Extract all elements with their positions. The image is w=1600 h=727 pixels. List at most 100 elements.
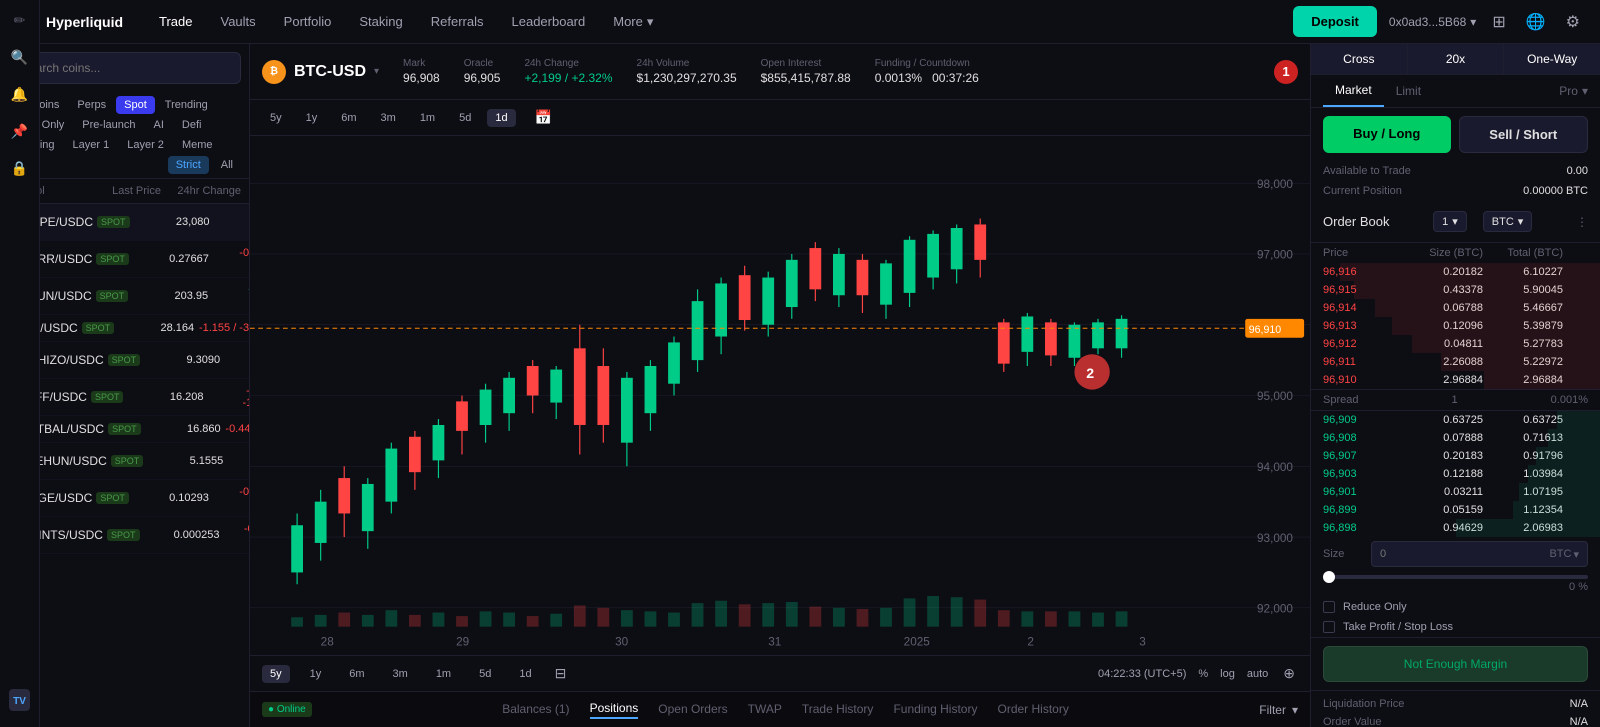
ob-row[interactable]: 96,909 0.63725 0.63725 (1311, 411, 1600, 429)
tab-trade-history[interactable]: Trade History (802, 702, 874, 718)
ob-row[interactable]: 96,916 0.20182 6.10227 (1311, 263, 1600, 281)
search-input[interactable] (8, 52, 241, 84)
filter-defi[interactable]: Defi (174, 116, 210, 134)
svg-text:28: 28 (321, 636, 335, 649)
ob-row[interactable]: 96,915 0.43378 5.90045 (1311, 281, 1600, 299)
filter-ai[interactable]: AI (146, 116, 172, 134)
ob-row[interactable]: 96,914 0.06788 5.46667 (1311, 299, 1600, 317)
globe-icon[interactable]: 🌐 (1522, 8, 1550, 36)
market-tab[interactable]: Market (1323, 75, 1384, 107)
leverage-button[interactable]: 20x (1408, 44, 1505, 74)
order-book-menu-icon[interactable]: ⋮ (1576, 215, 1588, 229)
nav-portfolio[interactable]: Portfolio (272, 8, 344, 35)
time-1m[interactable]: 1m (412, 109, 443, 127)
svg-text:93,000: 93,000 (1257, 532, 1293, 545)
ob-row[interactable]: 96,910 2.96884 2.96884 (1311, 371, 1600, 389)
reduce-only-label[interactable]: Reduce Only (1343, 601, 1407, 613)
tab-open-orders[interactable]: Open Orders (658, 702, 727, 718)
filter-button[interactable]: Filter ▾ (1259, 703, 1298, 717)
time-3m-bottom[interactable]: 3m (385, 665, 416, 683)
buy-sell-buttons: Buy / Long Sell / Short (1311, 108, 1600, 161)
spread-row: Spread 1 0.001% (1311, 389, 1600, 411)
time-5y-bottom[interactable]: 5y (262, 665, 290, 683)
online-badge[interactable]: ● Online (262, 702, 312, 717)
ticker-mark: Mark 96,908 (403, 58, 440, 85)
layout-chart-icon[interactable]: ⊟ (552, 662, 570, 685)
time-1y-bottom[interactable]: 1y (302, 665, 330, 683)
nav-trade[interactable]: Trade (147, 8, 204, 35)
ob-row[interactable]: 96,911 2.26088 5.22972 (1311, 353, 1600, 371)
filter-prelaunch[interactable]: Pre-launch (74, 116, 143, 134)
center-panel: ₿ BTC-USD ▾ Mark 96,908 Oracle 96,905 24… (250, 44, 1310, 727)
time-5d-bottom[interactable]: 5d (471, 665, 499, 683)
filter-meme[interactable]: Meme (174, 136, 221, 154)
filter-layer1[interactable]: Layer 1 (65, 136, 118, 154)
tab-balances[interactable]: Balances (1) (502, 702, 569, 718)
auto-button[interactable]: auto (1247, 668, 1268, 680)
strict-button[interactable]: Strict (168, 156, 209, 174)
bid-rows: 96,909 0.63725 0.63725 96,908 0.07888 0.… (1311, 411, 1600, 537)
filter-trending[interactable]: Trending (157, 96, 216, 114)
tab-twap[interactable]: TWAP (748, 702, 782, 718)
nav-referrals[interactable]: Referrals (419, 8, 496, 35)
time-5d[interactable]: 5d (451, 109, 479, 127)
slider-bar[interactable] (1323, 575, 1588, 579)
nav-staking[interactable]: Staking (347, 8, 414, 35)
right-panel: Cross 20x One-Way Market Limit Pro ▾ Buy… (1310, 44, 1600, 727)
crosshair-icon[interactable]: ⊕ (1280, 662, 1298, 685)
ob-row[interactable]: 96,899 0.05159 1.12354 (1311, 501, 1600, 519)
time-6m[interactable]: 6m (333, 109, 364, 127)
svg-text:96,910: 96,910 (1249, 324, 1281, 336)
filter-layer2[interactable]: Layer 2 (119, 136, 172, 154)
time-6m-bottom[interactable]: 6m (341, 665, 372, 683)
cross-button[interactable]: Cross (1311, 44, 1408, 74)
sell-short-button[interactable]: Sell / Short (1459, 116, 1589, 153)
currency-selector[interactable]: BTC ▾ (1483, 211, 1533, 232)
tp-sl-label[interactable]: Take Profit / Stop Loss (1343, 621, 1453, 633)
time-1d[interactable]: 1d (487, 109, 515, 127)
all-button[interactable]: All (213, 156, 241, 174)
time-3m[interactable]: 3m (373, 109, 404, 127)
settings-icon[interactable]: ⚙ (1562, 8, 1584, 36)
pct-button[interactable]: % (1198, 668, 1208, 680)
tab-positions[interactable]: Positions (590, 701, 639, 719)
layout-icon[interactable]: ⊞ (1488, 8, 1509, 36)
time-1y[interactable]: 1y (298, 109, 326, 127)
calendar-icon[interactable]: 📅 (532, 106, 555, 129)
filter-spot[interactable]: Spot (116, 96, 155, 114)
not-enough-margin-button[interactable]: Not Enough Margin (1323, 646, 1588, 682)
ob-row[interactable]: 96,907 0.20183 0.91796 (1311, 447, 1600, 465)
slider-thumb[interactable] (1323, 571, 1335, 583)
time-1m-bottom[interactable]: 1m (428, 665, 459, 683)
ob-row[interactable]: 96,903 0.12188 1.03984 (1311, 465, 1600, 483)
time-5y[interactable]: 5y (262, 109, 290, 127)
chevron-down-icon: ▾ (1573, 548, 1579, 561)
one-way-button[interactable]: One-Way (1504, 44, 1600, 74)
tp-sl-checkbox[interactable] (1323, 621, 1335, 633)
log-button[interactable]: log (1220, 668, 1235, 680)
ask-rows: 96,916 0.20182 6.10227 96,915 0.43378 5.… (1311, 263, 1600, 389)
ob-row[interactable]: 96,898 0.94629 2.06983 (1311, 519, 1600, 537)
ob-row[interactable]: 96,913 0.12096 5.39879 (1311, 317, 1600, 335)
ob-row[interactable]: 96,901 0.03211 1.07195 (1311, 483, 1600, 501)
limit-tab[interactable]: Limit (1384, 76, 1433, 106)
svg-text:31: 31 (768, 636, 781, 649)
size-currency-selector[interactable]: BTC ▾ (1541, 548, 1587, 561)
tab-order-history[interactable]: Order History (997, 702, 1068, 718)
pro-tab[interactable]: Pro ▾ (1559, 84, 1588, 98)
ob-row[interactable]: 96,908 0.07888 0.71613 (1311, 429, 1600, 447)
leverage-selector[interactable]: 1 ▾ (1433, 211, 1467, 232)
size-input[interactable] (1372, 542, 1541, 566)
ob-row[interactable]: 96,912 0.04811 5.27783 (1311, 335, 1600, 353)
deposit-button[interactable]: Deposit (1293, 6, 1377, 37)
nav-leaderboard[interactable]: Leaderboard (500, 8, 598, 35)
nav-vaults[interactable]: Vaults (209, 8, 268, 35)
reduce-only-checkbox[interactable] (1323, 601, 1335, 613)
time-1d-bottom[interactable]: 1d (511, 665, 539, 683)
wallet-address[interactable]: 0x0ad3...5B68 ▾ (1389, 15, 1476, 29)
tab-funding-history[interactable]: Funding History (893, 702, 977, 718)
chevron-down-icon[interactable]: ▾ (374, 66, 379, 77)
nav-more[interactable]: More ▾ (601, 8, 665, 36)
filter-perps[interactable]: Perps (69, 96, 114, 114)
buy-long-button[interactable]: Buy / Long (1323, 116, 1451, 153)
